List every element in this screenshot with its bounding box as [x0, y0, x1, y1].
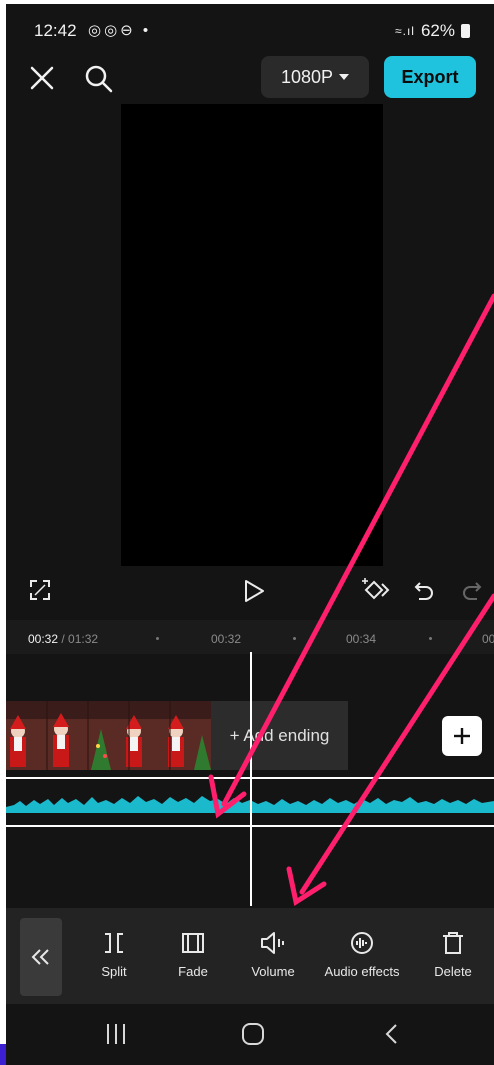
- add-clip-button[interactable]: [442, 716, 482, 756]
- plus-icon: [454, 728, 470, 744]
- undo-button[interactable]: [412, 578, 436, 607]
- battery-percent: 62%: [420, 21, 455, 40]
- close-icon: [30, 66, 54, 90]
- delete-button[interactable]: Delete: [405, 930, 494, 979]
- edit-toolbar: Split Fade Volume Audio effects Delete: [6, 908, 494, 1004]
- split-icon: [105, 933, 123, 953]
- timeline-ruler: 00:32 / 01:32 00:32 00:34 00: [6, 620, 494, 654]
- redo-button[interactable]: [460, 578, 484, 607]
- close-button[interactable]: [28, 64, 56, 92]
- video-clip[interactable]: [6, 701, 211, 770]
- fade-icon: [182, 933, 204, 953]
- audio-effects-label: Audio effects: [324, 964, 400, 979]
- add-ending-button[interactable]: + Add ending: [211, 701, 348, 770]
- video-preview[interactable]: [121, 104, 383, 566]
- ruler-tick: 00: [482, 632, 494, 646]
- fade-label: Fade: [178, 964, 208, 979]
- playback-controls: [6, 570, 494, 618]
- ruler-tick: 00:32: [211, 632, 242, 646]
- time-counter: 00:32 / 01:32: [28, 632, 98, 646]
- resolution-dropdown[interactable]: 1080P: [261, 56, 369, 98]
- search-button[interactable]: [84, 64, 114, 94]
- volume-button[interactable]: Volume: [225, 930, 321, 979]
- delete-icon: [443, 932, 463, 954]
- battery-icon: [461, 24, 470, 38]
- status-time: 12:42: [34, 21, 77, 40]
- recent-apps-button[interactable]: [105, 1022, 127, 1051]
- fullscreen-icon: [30, 580, 50, 600]
- top-bar: 1080P Export: [6, 54, 494, 100]
- ruler-dot: [429, 637, 432, 640]
- volume-label: Volume: [251, 964, 295, 979]
- status-bar: 12:42 ◎◎⊖ • ≈.ıl 62%: [6, 4, 494, 54]
- export-button[interactable]: Export: [384, 56, 476, 98]
- redo-icon: [463, 582, 482, 600]
- edge-marker: [0, 1044, 6, 1065]
- back-button[interactable]: [382, 1022, 402, 1051]
- keyframe-button[interactable]: [362, 576, 392, 609]
- play-icon: [245, 580, 264, 602]
- annotation-arrowhead: [286, 866, 327, 907]
- undo-icon: [414, 582, 433, 600]
- playhead[interactable]: [250, 652, 252, 906]
- system-nav-bar: [6, 1004, 494, 1065]
- home-icon: [242, 1023, 264, 1045]
- ruler-tick: 00:34: [346, 632, 377, 646]
- split-label: Split: [101, 964, 127, 979]
- clip-thumbnails: [6, 701, 211, 770]
- status-right: ≈.ıl 62%: [395, 21, 470, 41]
- caret-down-icon: [339, 74, 350, 80]
- delete-label: Delete: [434, 964, 472, 979]
- home-button[interactable]: [241, 1022, 265, 1051]
- resolution-label: 1080P: [280, 66, 334, 87]
- double-chevron-left-icon: [31, 949, 49, 965]
- total-time: / 01:32: [61, 632, 99, 646]
- audio-effects-button[interactable]: Audio effects: [314, 930, 410, 979]
- search-icon: [85, 65, 113, 93]
- ruler-dot: [293, 637, 296, 640]
- play-button[interactable]: [242, 578, 266, 609]
- volume-icon: [261, 932, 284, 954]
- back-icon: [385, 1024, 397, 1044]
- keyframe-icon: [362, 578, 390, 600]
- recent-apps-icon: [107, 1024, 125, 1044]
- fullscreen-button[interactable]: [28, 578, 52, 607]
- notification-icons: ◎◎⊖ •: [88, 22, 152, 39]
- ruler-dot: [156, 637, 159, 640]
- app-screen: 12:42 ◎◎⊖ • ≈.ıl 62% 1080P Export 00:32 …: [6, 4, 494, 1065]
- current-time: 00:32: [28, 632, 59, 646]
- collapse-button[interactable]: [20, 918, 62, 996]
- network-icon: ≈.ıl: [395, 24, 415, 38]
- audio-effects-icon: [351, 932, 373, 954]
